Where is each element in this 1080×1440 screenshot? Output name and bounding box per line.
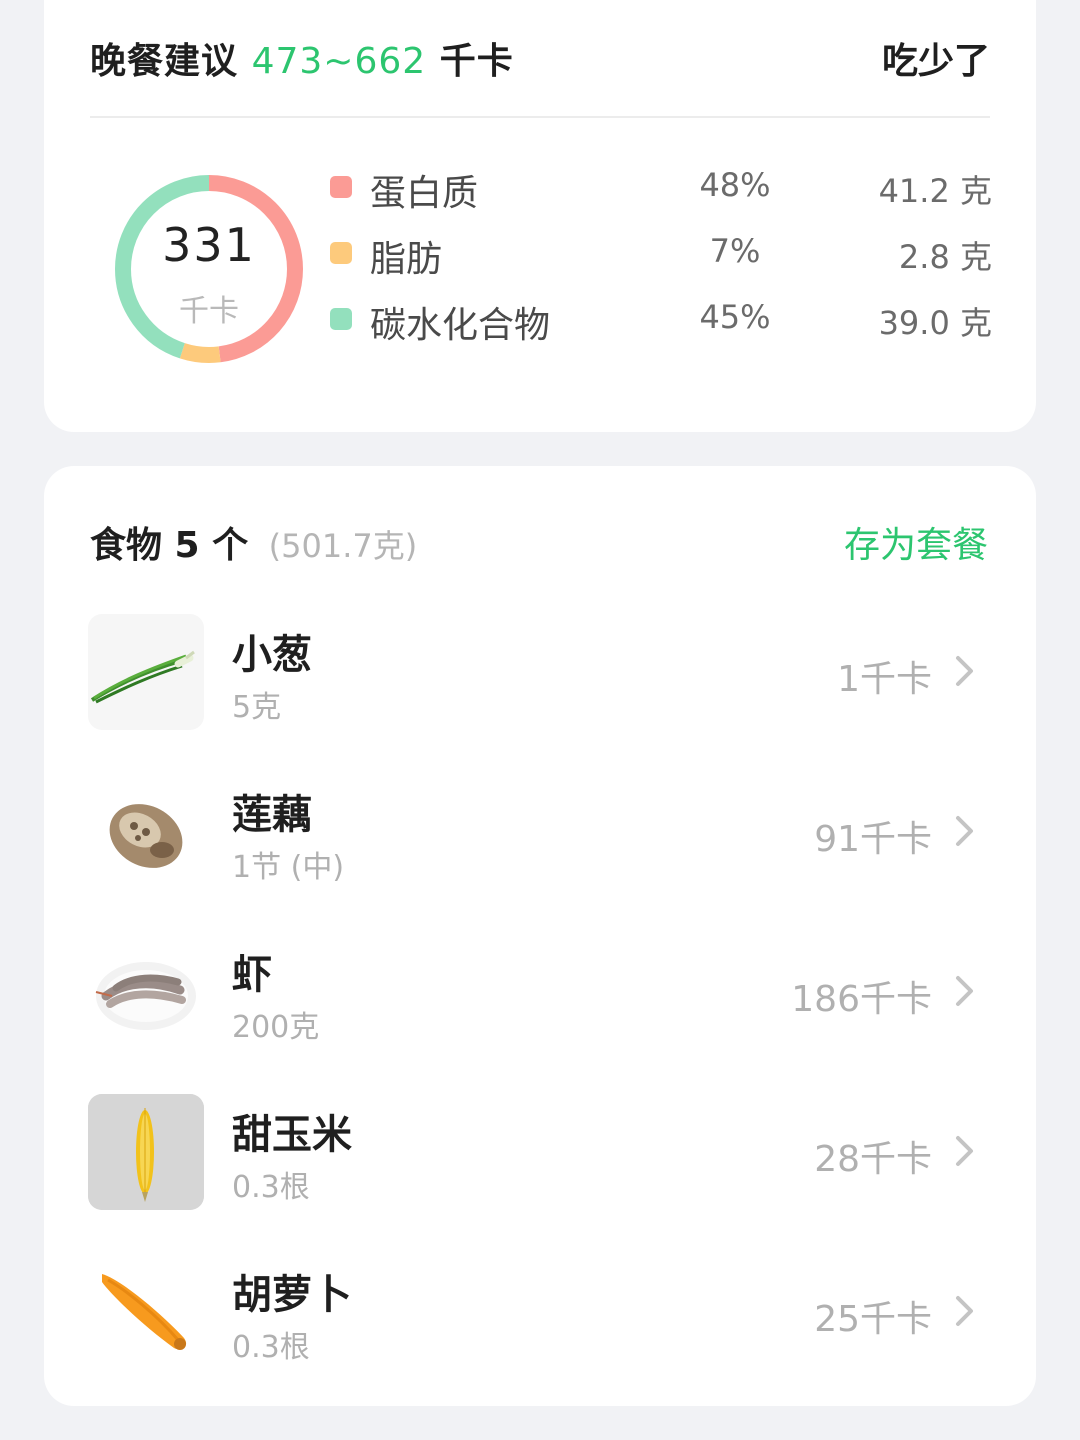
food-list-card: 食物 5 个 (501.7克) 存为套餐 小葱 5克 1千卡 莲藕 1节 (中)…	[44, 466, 1036, 1406]
food-calories: 28千卡	[814, 1139, 932, 1180]
fat-legend-dot	[330, 242, 352, 264]
shrimp-icon	[88, 934, 204, 1050]
macro-grams: 41.2 克	[878, 172, 992, 210]
food-calories: 1千卡	[837, 659, 932, 700]
save-as-set-button[interactable]: 存为套餐	[844, 516, 988, 568]
food-name: 胡萝卜	[232, 1272, 352, 1318]
macro-name: 碳水化合物	[370, 305, 551, 346]
total-calories-unit: 千卡	[179, 294, 239, 329]
protein-legend-dot	[330, 176, 352, 198]
macro-grams: 2.8 克	[898, 238, 992, 276]
macro-list: 蛋白质 48% 41.2 克 脂肪 7% 2.8 克 碳水化合物 45% 39.…	[330, 154, 992, 352]
food-name: 小葱	[232, 632, 312, 678]
chevron-right-icon	[956, 1296, 973, 1326]
macro-percent: 45%	[699, 298, 771, 336]
macro-percent: 48%	[699, 166, 771, 204]
calorie-range: 473~662	[251, 41, 427, 82]
food-count-title: 食物 5 个 (501.7克)	[90, 516, 417, 568]
food-calories: 25千卡	[814, 1299, 932, 1340]
food-item-sweet-corn[interactable]: 甜玉米 0.3根 28千卡	[88, 1094, 992, 1212]
food-name: 莲藕	[232, 792, 312, 838]
calorie-range-unit: 千卡	[439, 41, 514, 82]
food-total-weight: (501.7克)	[268, 527, 418, 565]
chevron-right-icon	[956, 1136, 973, 1166]
total-calories: 331	[162, 218, 256, 272]
food-quantity: 0.3根	[232, 1330, 310, 1365]
food-quantity: 0.3根	[232, 1170, 310, 1205]
food-quantity: 1节 (中)	[232, 850, 345, 885]
food-item-lotus-root[interactable]: 莲藕 1节 (中) 91千卡	[88, 774, 992, 892]
macro-percent: 7%	[709, 232, 761, 270]
macro-row-protein: 蛋白质 48% 41.2 克	[330, 154, 992, 220]
corn-icon	[88, 1094, 204, 1210]
food-calories: 91千卡	[814, 819, 932, 860]
macro-grams: 39.0 克	[878, 304, 992, 342]
food-quantity: 5克	[232, 690, 282, 725]
scallion-icon	[88, 614, 204, 730]
macro-row-fat: 脂肪 7% 2.8 克	[330, 220, 992, 286]
food-item-scallion[interactable]: 小葱 5克 1千卡	[88, 614, 992, 732]
chevron-right-icon	[956, 816, 973, 846]
macro-ring-chart: 331 千卡	[114, 174, 304, 364]
chevron-right-icon	[956, 976, 973, 1006]
summary-header: 晚餐建议 473~662 千卡 吃少了	[90, 0, 990, 118]
food-name: 甜玉米	[232, 1112, 352, 1158]
carbs-legend-dot	[330, 308, 352, 330]
lotus-root-icon	[88, 774, 204, 890]
nutrition-summary-card: 晚餐建议 473~662 千卡 吃少了 331 千卡 蛋白质 48% 41.2 …	[44, 0, 1036, 432]
meal-suggestion-title: 晚餐建议 473~662 千卡	[90, 32, 514, 84]
food-quantity: 200克	[232, 1010, 320, 1045]
macro-name: 脂肪	[370, 239, 443, 280]
chevron-right-icon	[956, 656, 973, 686]
food-item-shrimp[interactable]: 虾 200克 186千卡	[88, 934, 992, 1052]
meal-label: 晚餐建议	[90, 41, 239, 82]
macro-row-carbs: 碳水化合物 45% 39.0 克	[330, 286, 992, 352]
food-name: 虾	[232, 952, 272, 998]
macro-name: 蛋白质	[370, 173, 479, 214]
intake-status: 吃少了	[881, 41, 990, 82]
food-calories: 186千卡	[791, 979, 932, 1020]
food-list-header: 食物 5 个 (501.7克) 存为套餐	[90, 516, 988, 568]
carrot-icon	[88, 1254, 204, 1370]
food-count: 食物 5 个	[90, 525, 249, 566]
food-item-carrot[interactable]: 胡萝卜 0.3根 25千卡	[88, 1254, 992, 1372]
